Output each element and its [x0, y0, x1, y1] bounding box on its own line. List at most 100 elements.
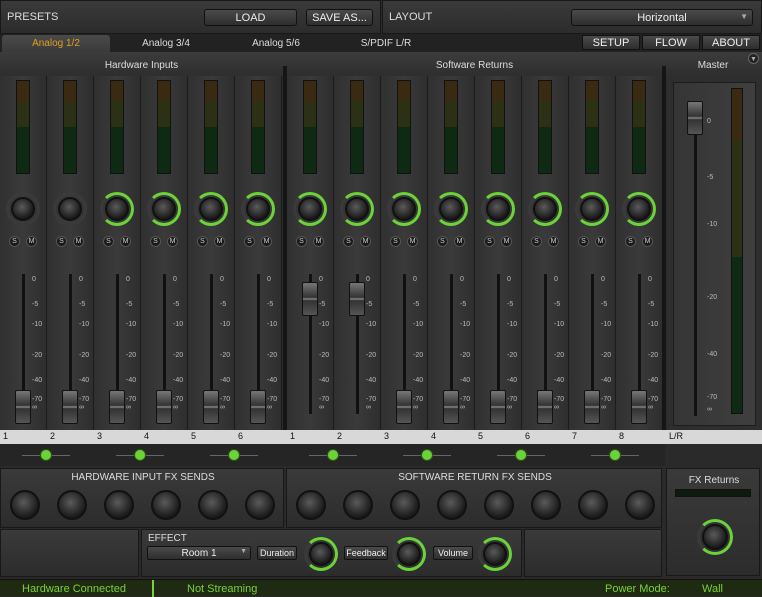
- channel-fader[interactable]: [302, 282, 318, 317]
- channel-fader[interactable]: [396, 390, 412, 424]
- mute-button[interactable]: M: [261, 236, 272, 247]
- stereo-link-icon[interactable]: [40, 449, 52, 461]
- load-button[interactable]: LOAD: [204, 9, 297, 26]
- setup-button[interactable]: SETUP: [582, 35, 640, 50]
- solo-button[interactable]: S: [150, 236, 161, 247]
- mute-button[interactable]: M: [214, 236, 225, 247]
- solo-button[interactable]: S: [103, 236, 114, 247]
- fx-send-knob[interactable]: [104, 490, 134, 520]
- solo-button[interactable]: S: [578, 236, 589, 247]
- fx-send-knob[interactable]: [484, 490, 514, 520]
- mute-button[interactable]: M: [595, 236, 606, 247]
- stereo-link-icon[interactable]: [327, 449, 339, 461]
- stereo-link-icon[interactable]: [228, 449, 240, 461]
- fx-send-knob[interactable]: [57, 490, 87, 520]
- gain-knob[interactable]: [345, 197, 369, 221]
- gain-knob[interactable]: [199, 197, 223, 221]
- fx-send-knob[interactable]: [245, 490, 275, 520]
- stereo-link-icon[interactable]: [134, 449, 146, 461]
- fader-tick-label: ∞: [126, 404, 131, 411]
- stereo-link-icon[interactable]: [421, 449, 433, 461]
- gain-knob[interactable]: [11, 197, 35, 221]
- fx-returns-knob[interactable]: [702, 524, 728, 550]
- solo-button[interactable]: S: [9, 236, 20, 247]
- feedback-knob[interactable]: [397, 542, 421, 566]
- fx-send-knob[interactable]: [625, 490, 655, 520]
- solo-button[interactable]: S: [437, 236, 448, 247]
- tab-spdif[interactable]: S/PDIF L/R: [332, 35, 440, 52]
- fx-send-knob[interactable]: [198, 490, 228, 520]
- layout-select[interactable]: Horizontal ▼: [571, 9, 753, 26]
- solo-button[interactable]: S: [197, 236, 208, 247]
- mute-button[interactable]: M: [642, 236, 653, 247]
- channel-fader[interactable]: [490, 390, 506, 424]
- channel-fader[interactable]: [156, 390, 172, 424]
- channel-fader[interactable]: [109, 390, 125, 424]
- solo-button[interactable]: S: [296, 236, 307, 247]
- tab-analog-3-4[interactable]: Analog 3/4: [112, 35, 220, 52]
- channel-fader[interactable]: [584, 390, 600, 424]
- mute-button[interactable]: M: [73, 236, 84, 247]
- gain-knob[interactable]: [152, 197, 176, 221]
- gain-knob[interactable]: [533, 197, 557, 221]
- fx-send-knob[interactable]: [531, 490, 561, 520]
- channel-fader[interactable]: [631, 390, 647, 424]
- channel-fader[interactable]: [203, 390, 219, 424]
- chevron-down-icon: ▼: [740, 12, 748, 21]
- flow-button[interactable]: FLOW: [642, 35, 700, 50]
- solo-button[interactable]: S: [390, 236, 401, 247]
- gain-knob[interactable]: [486, 197, 510, 221]
- mute-button[interactable]: M: [454, 236, 465, 247]
- solo-button[interactable]: S: [484, 236, 495, 247]
- gain-knob[interactable]: [439, 197, 463, 221]
- mute-button[interactable]: M: [120, 236, 131, 247]
- gain-knob[interactable]: [580, 197, 604, 221]
- stereo-link-icon[interactable]: [609, 449, 621, 461]
- channel-strip: S M 0 -5 -10 -20 -40 -70 ∞: [235, 76, 282, 430]
- fx-send-knob[interactable]: [296, 490, 326, 520]
- solo-button[interactable]: S: [343, 236, 354, 247]
- mute-button[interactable]: M: [26, 236, 37, 247]
- volume-knob[interactable]: [483, 542, 507, 566]
- fx-send-knob[interactable]: [10, 490, 40, 520]
- mute-button[interactable]: M: [167, 236, 178, 247]
- solo-button[interactable]: S: [244, 236, 255, 247]
- mute-button[interactable]: M: [501, 236, 512, 247]
- tab-analog-1-2[interactable]: Analog 1/2: [2, 35, 110, 52]
- fx-send-knob[interactable]: [343, 490, 373, 520]
- mute-button[interactable]: M: [313, 236, 324, 247]
- channel-fader[interactable]: [62, 390, 78, 424]
- level-meter: [251, 80, 265, 174]
- about-button[interactable]: ABOUT: [702, 35, 760, 50]
- fx-send-knob[interactable]: [437, 490, 467, 520]
- channel-fader[interactable]: [443, 390, 459, 424]
- solo-button[interactable]: S: [625, 236, 636, 247]
- gain-knob[interactable]: [627, 197, 651, 221]
- channel-strip: S M 0 -5 -10 -20 -40 -70 ∞: [141, 76, 188, 430]
- fx-send-knob[interactable]: [390, 490, 420, 520]
- channel-fader[interactable]: [349, 282, 365, 317]
- gain-knob[interactable]: [392, 197, 416, 221]
- gain-knob[interactable]: [246, 197, 270, 221]
- duration-knob[interactable]: [309, 542, 333, 566]
- mute-button[interactable]: M: [407, 236, 418, 247]
- solo-button[interactable]: S: [56, 236, 67, 247]
- stereo-link-icon[interactable]: [515, 449, 527, 461]
- channel-fader[interactable]: [15, 390, 31, 424]
- mute-button[interactable]: M: [548, 236, 559, 247]
- gain-knob[interactable]: [298, 197, 322, 221]
- effect-room-select[interactable]: Room 1 ▼: [147, 546, 251, 560]
- master-fader[interactable]: [687, 101, 703, 135]
- solo-button[interactable]: S: [531, 236, 542, 247]
- gain-knob[interactable]: [105, 197, 129, 221]
- tab-analog-5-6[interactable]: Analog 5/6: [222, 35, 330, 52]
- fx-send-knob[interactable]: [578, 490, 608, 520]
- master-tick-label: -20: [707, 294, 718, 301]
- fx-send-knob[interactable]: [151, 490, 181, 520]
- collapse-icon[interactable]: ▼: [748, 53, 759, 64]
- channel-fader[interactable]: [537, 390, 553, 424]
- gain-knob[interactable]: [58, 197, 82, 221]
- channel-fader[interactable]: [250, 390, 266, 424]
- mute-button[interactable]: M: [360, 236, 371, 247]
- save-as-button[interactable]: SAVE AS...: [306, 9, 373, 26]
